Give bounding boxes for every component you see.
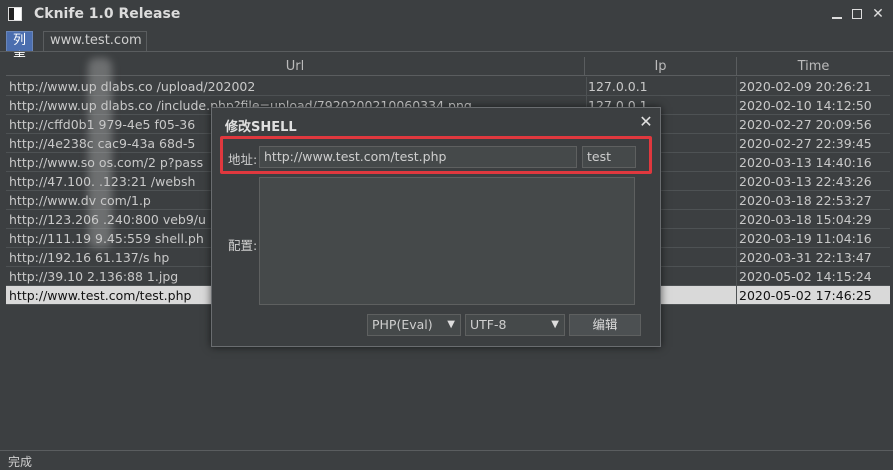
cell-time: 2020-03-13 14:40:16 bbox=[736, 153, 890, 172]
script-type-value: PHP(Eval) bbox=[372, 317, 433, 332]
edit-shell-dialog: 修改SHELL ✕ 地址: http://www.test.com/test.p… bbox=[211, 107, 661, 347]
cell-time: 2020-02-27 22:39:45 bbox=[736, 134, 890, 153]
cell-ip: 127.0.0.1 bbox=[586, 77, 734, 96]
tab-divider bbox=[0, 51, 893, 52]
chevron-down-icon: ▼ bbox=[551, 319, 559, 330]
cell-time: 2020-02-09 20:26:21 bbox=[736, 77, 890, 96]
dialog-title: 修改SHELL bbox=[225, 120, 297, 135]
encoding-select[interactable]: UTF-8 ▼ bbox=[465, 314, 565, 336]
table-row[interactable]: http://www.up dlabs.co /upload/202002 127… bbox=[6, 77, 890, 96]
edit-button[interactable]: 编辑 bbox=[569, 314, 641, 336]
cell-time: 2020-02-27 20:09:56 bbox=[736, 115, 890, 134]
password-field[interactable]: test bbox=[582, 146, 636, 168]
cell-time: 2020-02-10 14:12:50 bbox=[736, 96, 890, 115]
config-label: 配置: bbox=[228, 238, 258, 253]
cell-time: 2020-05-02 17:46:25 bbox=[736, 286, 890, 305]
chevron-down-icon: ▼ bbox=[447, 319, 455, 330]
dialog-close-icon[interactable]: ✕ bbox=[639, 114, 653, 130]
tab-site[interactable]: www.test.com bbox=[43, 31, 147, 51]
app-icon bbox=[8, 7, 22, 21]
table-header: Url Ip Time bbox=[6, 57, 890, 76]
minimize-icon[interactable] bbox=[829, 5, 845, 23]
title-bar: Cknife 1.0 Release ✕ bbox=[0, 0, 893, 30]
tab-list[interactable]: 列表 bbox=[6, 31, 34, 66]
config-textarea[interactable] bbox=[259, 177, 635, 305]
redaction-smudge bbox=[88, 58, 112, 248]
status-text: 完成 bbox=[8, 455, 33, 469]
column-header-time[interactable]: Time bbox=[736, 57, 890, 76]
maximize-icon[interactable] bbox=[849, 5, 865, 23]
url-field[interactable]: http://www.test.com/test.php bbox=[259, 146, 577, 168]
cell-time: 2020-03-31 22:13:47 bbox=[736, 248, 890, 267]
status-bar: 完成 bbox=[0, 450, 893, 470]
script-type-select[interactable]: PHP(Eval) ▼ bbox=[367, 314, 461, 336]
cell-time: 2020-03-19 11:04:16 bbox=[736, 229, 890, 248]
cell-time: 2020-05-02 14:15:24 bbox=[736, 267, 890, 286]
column-header-ip[interactable]: Ip bbox=[584, 57, 736, 76]
window-title: Cknife 1.0 Release bbox=[34, 6, 181, 22]
encoding-value: UTF-8 bbox=[470, 317, 507, 332]
cell-time: 2020-03-13 22:43:26 bbox=[736, 172, 890, 191]
cell-time: 2020-03-18 15:04:29 bbox=[736, 210, 890, 229]
cell-time: 2020-03-18 22:53:27 bbox=[736, 191, 890, 210]
address-label: 地址: bbox=[228, 152, 258, 167]
close-icon[interactable]: ✕ bbox=[870, 5, 886, 23]
